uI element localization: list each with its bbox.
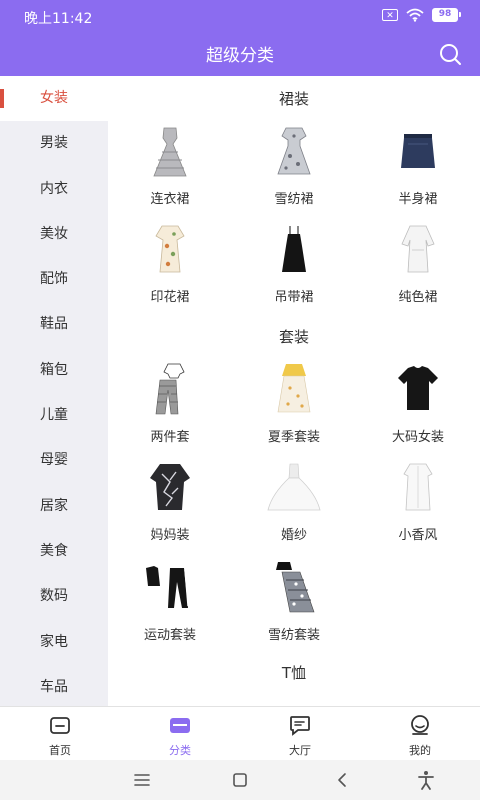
category-item[interactable]: 雪纺套装 (232, 560, 356, 643)
category-item[interactable]: 半身裙 (356, 124, 480, 207)
category-label: 半身裙 (398, 192, 438, 207)
tab-category[interactable]: 分类 (120, 707, 240, 761)
section-title: 裙装 (278, 90, 309, 108)
status-icons: ✕ 98 (382, 8, 461, 22)
sidebar-item-baby[interactable]: 母婴 (0, 438, 108, 483)
chiffon-set-image (276, 562, 315, 613)
category-item[interactable]: 妈妈装 (108, 460, 232, 543)
white-blouse-image (403, 463, 433, 511)
tab-hall[interactable]: 大厅 (240, 707, 360, 761)
no-signal-icon: ✕ (382, 9, 398, 21)
sidebar-item-women[interactable]: 女装 (0, 76, 108, 122)
category-label: 大码女装 (391, 430, 444, 445)
sidebar-item-bags[interactable]: 箱包 (0, 348, 108, 393)
category-label: 连衣裙 (150, 192, 190, 207)
wifi-icon (406, 8, 424, 22)
black-tee-image (398, 366, 438, 410)
section-title: 套装 (278, 328, 309, 346)
category-item[interactable]: 吊带裙 (232, 222, 356, 305)
summer-set-image (277, 364, 311, 413)
sidebar-item-food[interactable]: 美食 (0, 529, 108, 574)
bottom-tabbar: 首页 分类 大厅 我的 (0, 706, 480, 761)
sidebar-item-home[interactable]: 居家 (0, 484, 108, 529)
home-icon (50, 717, 70, 734)
plaid-dress-image (153, 127, 187, 177)
tab-home[interactable]: 首页 (0, 707, 120, 761)
search-icon[interactable] (438, 42, 462, 66)
category-label: 妈妈装 (150, 528, 190, 543)
category-card-icon (170, 718, 190, 733)
tab-label: 我的 (409, 744, 431, 757)
category-content: 裙装 连衣裙 雪纺裙 半身裙 印花裙 吊带裙 纯色裙 套装 两件套 夏季套装 大… (108, 76, 480, 706)
floral-dress-image (277, 127, 311, 175)
sidebar-item-kids[interactable]: 儿童 (0, 393, 108, 438)
category-item[interactable]: 大码女装 (356, 362, 480, 445)
sidebar-item-underwear[interactable]: 内衣 (0, 167, 108, 212)
category-label: 夏季套装 (267, 430, 320, 445)
sidebar-item-men[interactable]: 男装 (0, 121, 108, 166)
category-label: 雪纺套装 (267, 628, 320, 643)
tab-label: 大厅 (289, 744, 311, 757)
page-title: 超级分类 (206, 46, 274, 66)
category-item[interactable]: 印花裙 (108, 222, 232, 305)
status-bar: 晚上11:42 ✕ 98 (0, 0, 480, 32)
two-piece-image (155, 363, 185, 415)
category-item[interactable]: 纯色裙 (356, 222, 480, 305)
sidebar-item-makeup[interactable]: 美妆 (0, 212, 108, 257)
message-icon (290, 716, 310, 736)
section-title: T恤 (281, 664, 307, 682)
app-header: 晚上11:42 ✕ 98 超级分类 (0, 0, 480, 76)
sidebar-item-digital[interactable]: 数码 (0, 574, 108, 619)
sidebar-item-shoes[interactable]: 鞋品 (0, 302, 108, 347)
system-nav-bar (0, 760, 480, 800)
denim-skirt-image (401, 134, 435, 168)
status-time: 晚上11:42 (24, 11, 93, 27)
sport-set-image (146, 566, 189, 608)
category-label: 小香风 (398, 528, 438, 543)
category-item[interactable]: 运动套装 (108, 560, 232, 643)
tab-label: 分类 (169, 744, 191, 757)
category-item[interactable]: 婚纱 (232, 460, 356, 543)
battery-icon: 98 (432, 8, 461, 22)
category-label: 雪纺裙 (274, 192, 314, 207)
user-face-icon (411, 715, 429, 735)
wedding-dress-image (267, 463, 321, 511)
category-label: 吊带裙 (274, 290, 314, 305)
category-label: 印花裙 (150, 290, 190, 305)
category-item[interactable]: 两件套 (108, 362, 232, 445)
category-label: 两件套 (150, 430, 190, 445)
category-item[interactable]: 夏季套装 (232, 362, 356, 445)
category-item[interactable]: 连衣裙 (108, 124, 232, 207)
category-label: 运动套装 (143, 628, 196, 643)
category-sidebar: 女装 男装 内衣 美妆 配饰 鞋品 箱包 儿童 母婴 居家 美食 数码 家电 车… (0, 76, 108, 706)
slip-dress-image (282, 226, 306, 272)
category-label: 婚纱 (280, 528, 307, 543)
category-label: 纯色裙 (398, 290, 438, 305)
tab-mine[interactable]: 我的 (360, 707, 480, 761)
accessibility-icon[interactable] (414, 768, 438, 792)
sidebar-item-accessories[interactable]: 配饰 (0, 257, 108, 302)
home-square-icon[interactable] (228, 768, 252, 792)
menu-icon[interactable] (130, 768, 154, 792)
back-icon[interactable] (330, 768, 354, 792)
battery-level: 98 (438, 9, 452, 19)
category-item[interactable]: 雪纺裙 (232, 124, 356, 207)
print-dress-image (155, 225, 185, 273)
tab-label: 首页 (49, 744, 71, 757)
white-dress-image (401, 225, 435, 273)
category-item[interactable]: 小香风 (356, 460, 480, 543)
mom-wear-image (150, 464, 190, 510)
sidebar-item-car[interactable]: 车品 (0, 665, 108, 710)
sidebar-item-appliances[interactable]: 家电 (0, 620, 108, 665)
